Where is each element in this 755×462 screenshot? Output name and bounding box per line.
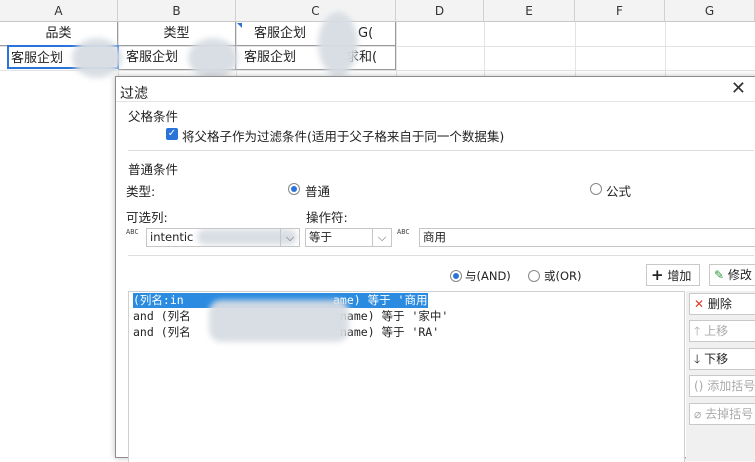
column-header-a[interactable]: A	[0, 0, 118, 22]
filter-dialog: 过滤 ✕ 父格条件 ✓ 将父格子作为过滤条件(适用于父子格来自于同一个数据集) …	[115, 76, 755, 462]
column-header-d[interactable]: D	[396, 0, 484, 22]
logic-and-radio[interactable]	[450, 270, 462, 282]
column-header-g[interactable]: G	[665, 0, 755, 22]
logic-or-label: 或(OR)	[544, 269, 582, 283]
remove-bracket-button-label: 去掉括号	[705, 407, 754, 421]
delete-button[interactable]: ✕ 删除	[689, 293, 755, 315]
add-bracket-button-label: 添加括号	[707, 379, 755, 393]
redaction-blur	[72, 38, 122, 78]
logic-and-label: 与(AND)	[465, 269, 511, 283]
remove-bracket-icon: ⌀	[694, 407, 702, 421]
move-down-button[interactable]: 🡓 下移	[689, 348, 755, 370]
column-select-value: intentic	[150, 230, 194, 244]
add-bracket-button[interactable]: () 添加括号	[689, 375, 755, 397]
cell-c2-text: 客服企划	[244, 50, 297, 65]
condition-prefix: and (列名	[133, 325, 191, 339]
cell-c1[interactable]: 客服企划 G(	[236, 22, 396, 46]
operator-select[interactable]: 等于 ⌵	[305, 228, 392, 247]
move-up-button[interactable]: 🡑 上移	[689, 320, 755, 342]
edit-icon: ✎	[714, 268, 725, 282]
abc-type-icon: ABC	[397, 228, 410, 236]
operator-label: 操作符:	[306, 210, 348, 225]
redaction-blur	[188, 38, 238, 78]
arrow-down-icon: 🡓	[694, 352, 701, 366]
type-normal-label: 普通	[305, 184, 331, 199]
move-down-button-label: 下移	[704, 352, 729, 366]
bracket-icon: ()	[694, 379, 704, 393]
normal-section-title: 普通条件	[128, 162, 179, 177]
parent-filter-checkbox[interactable]: ✓	[166, 128, 178, 140]
condition-suffix: ame) 等于 '商用'	[333, 293, 435, 307]
parent-filter-label: 将父格子作为过滤条件(适用于父子格来自于同一个数据集)	[182, 129, 505, 144]
delete-button-label: 删除	[707, 297, 732, 311]
parent-section-title: 父格条件	[128, 109, 179, 124]
column-header-b[interactable]: B	[118, 0, 236, 22]
condition-suffix: name) 等于 'RA'	[340, 325, 440, 339]
condition-suffix: name) 等于 '家中'	[340, 309, 449, 323]
column-select[interactable]: intentic ⌵	[146, 228, 300, 247]
redaction-blur	[209, 300, 349, 342]
type-label: 类型:	[126, 184, 156, 199]
modify-button-label: 修改	[727, 268, 752, 282]
condition-list[interactable]: (列名:in ame) 等于 '商用' and (列名 name) 等于 '家中…	[128, 291, 685, 462]
chevron-down-icon[interactable]: ⌵	[372, 229, 391, 246]
column-header-c[interactable]: C	[236, 0, 396, 22]
dialog-title: 过滤	[120, 86, 148, 102]
cell-c1-suffix: G(	[358, 26, 374, 41]
type-normal-radio[interactable]	[288, 183, 300, 195]
value-input[interactable]: 商用	[419, 228, 755, 247]
condition-prefix: (列名:in	[133, 293, 184, 307]
move-up-button-label: 上移	[704, 324, 729, 338]
close-icon[interactable]: ✕	[731, 78, 746, 99]
delete-x-icon: ✕	[694, 297, 705, 311]
column-header-f[interactable]: F	[575, 0, 665, 22]
chevron-down-icon[interactable]: ⌵	[280, 229, 299, 246]
arrow-up-icon: 🡑	[694, 324, 701, 338]
column-label: 可选列:	[126, 210, 168, 225]
plus-icon: +	[651, 266, 664, 284]
column-header-e[interactable]: E	[484, 0, 575, 22]
cell-c2[interactable]: 客服企划 求和(	[236, 46, 396, 70]
redaction-blur	[318, 12, 358, 76]
operator-select-value: 等于	[309, 230, 332, 244]
type-formula-radio[interactable]	[590, 183, 602, 195]
cell-c1-marker	[237, 23, 242, 28]
abc-type-icon: ABC	[126, 228, 139, 236]
modify-button[interactable]: ✎ 修改	[709, 264, 755, 286]
add-button[interactable]: + 增加	[646, 264, 700, 286]
logic-or-radio[interactable]	[528, 270, 540, 282]
type-formula-label: 公式	[606, 184, 632, 199]
remove-bracket-button[interactable]: ⌀ 去掉括号	[689, 403, 755, 425]
add-button-label: 增加	[667, 269, 692, 283]
cell-c1-text: 客服企划	[254, 26, 307, 41]
condition-prefix: and (列名	[133, 309, 191, 323]
